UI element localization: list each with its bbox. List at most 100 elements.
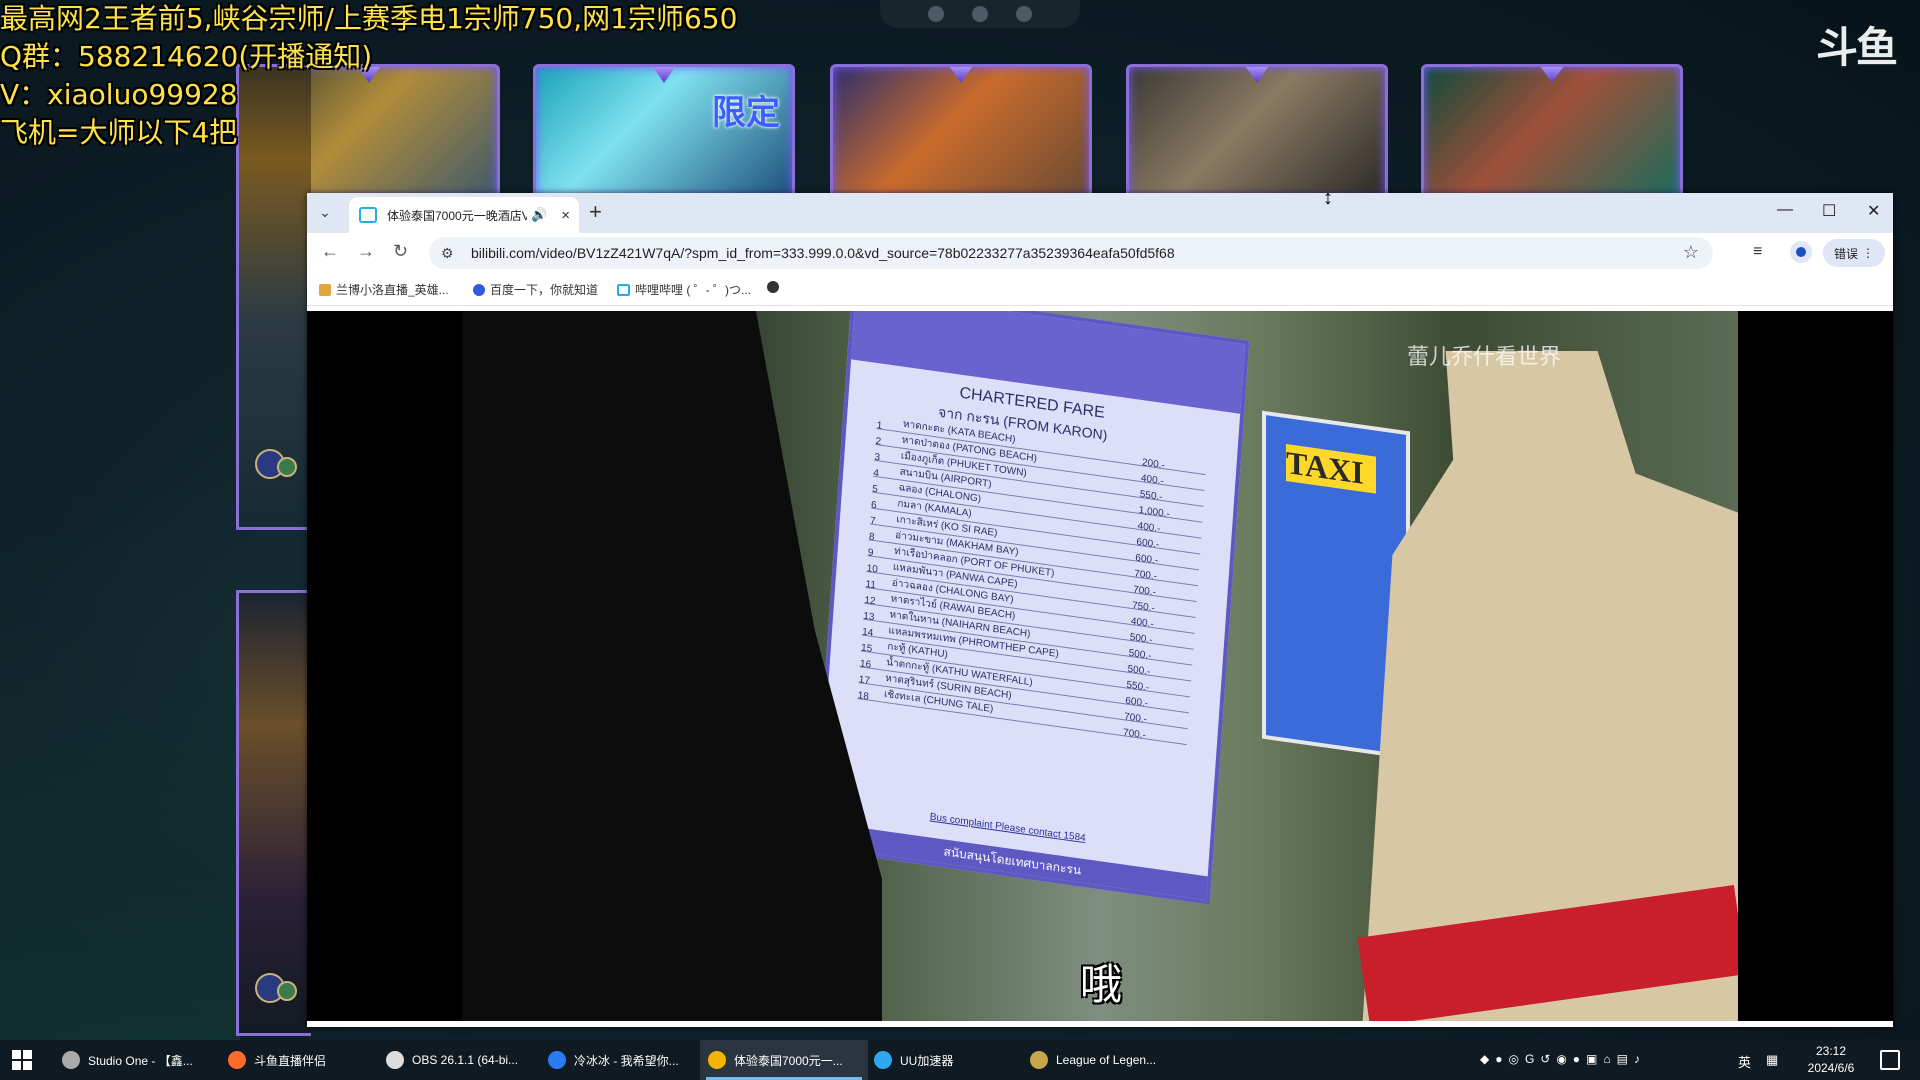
crest-icon [972, 6, 988, 22]
profile-avatar[interactable] [1790, 241, 1812, 263]
taskbar-app-label: Studio One - 【鑫... [88, 1053, 193, 1068]
fare-table: 1 หาดกะตะ (KATA BEACH)200.- 2 หาดป่าตอง (PA… [857, 413, 1207, 746]
douyu-logo: 斗鱼 [1815, 23, 1898, 72]
taskbar-app-label: 冷冰冰 - 我希望你... [574, 1053, 679, 1068]
sign-complaint: Bus complaint Please contact 1584 [929, 811, 1087, 845]
taskbar-app-label: 斗鱼直播伴侣 [254, 1053, 327, 1068]
new-tab-button[interactable]: + [589, 201, 602, 223]
person-foreground-left [462, 311, 882, 1021]
bookmark-icon [319, 283, 331, 296]
video-subtitle: 哦 [1080, 960, 1123, 1009]
maximize-button[interactable]: ☐ [1822, 201, 1836, 221]
input-mode-icon[interactable]: ▦ [1766, 1052, 1778, 1068]
forward-button[interactable]: → [357, 241, 375, 262]
app-icon [548, 1051, 566, 1069]
taskbar-app-label: 体验泰国7000元一... [734, 1053, 843, 1068]
taskbar-app-label: League of Legen... [1056, 1053, 1157, 1067]
taskbar: Studio One - 【鑫... 斗鱼直播伴侣 OBS 26.1.1 (64-b… [0, 1040, 1920, 1080]
browser-toolbar: ← → ↻ ⚙ bilibili.com/video/BV1zZ421W7qA/… [307, 233, 1893, 273]
taskbar-app[interactable]: 冷冰冰 - 我希望你... [540, 1040, 702, 1080]
more-menu-icon[interactable]: ⋮ [1862, 246, 1874, 260]
crest-icon [1243, 67, 1271, 83]
overlay-line-boost-rule: 飞机=大师以下4把 [0, 116, 238, 149]
app-icon [1030, 1051, 1048, 1069]
app-icon [708, 1051, 726, 1069]
helmet-icon [928, 6, 944, 22]
clock-date: 2024/6/6 [1807, 1061, 1855, 1075]
tab-strip: ⌄ 体验泰国7000元一晚酒店V 🔊 × + ↕ — ☐ ✕ [307, 187, 1893, 233]
overlay-line-qq-group: Q群：588214620(开播通知) [0, 40, 373, 73]
bilibili-tv-icon [617, 283, 630, 296]
app-icon [62, 1051, 80, 1069]
taskbar-app[interactable]: OBS 26.1.1 (64-bi... [378, 1040, 542, 1080]
hero-card-5 [1421, 64, 1683, 200]
app-icon [228, 1051, 246, 1069]
taskbar-app-label: OBS 26.1.1 (64-bi... [412, 1053, 519, 1067]
fare-row-number: 18 [857, 690, 870, 703]
crest-icon [947, 67, 975, 83]
taskbar-app[interactable]: League of Legen... [1022, 1040, 1180, 1080]
minimize-button[interactable]: — [1777, 201, 1793, 219]
taskbar-app[interactable]: UU加速器 [866, 1040, 1024, 1080]
bookmark-item[interactable]: 百度一下，你就知道 [473, 281, 598, 298]
bookmark-star-icon[interactable]: ☆ [1683, 242, 1699, 263]
bilibili-tv-icon [359, 207, 377, 223]
fare-sign: CHARTERED FARE จาก กะรน (FROM KARON) 1 หา… [812, 311, 1250, 905]
stream-info-overlay: 最高网2王者前5,峡谷宗师/上赛季电1宗师750,网1宗师650 Q群：5882… [0, 0, 737, 152]
browser-window: ⌄ 体验泰国7000元一晚酒店V 🔊 × + ↕ — ☐ ✕ ← → ↻ ⚙ b… [307, 187, 1893, 1027]
hero-card-4 [1126, 64, 1388, 200]
side-hero-card-bottom [236, 590, 311, 1036]
back-button[interactable]: ← [321, 241, 339, 262]
bookmark-label: 兰博小洛直播_英雄... [336, 283, 449, 297]
bookmark-item[interactable]: 哔哩哔哩 ( ゜- ゜)つ... [617, 281, 751, 298]
tab-active[interactable]: 体验泰国7000元一晚酒店V 🔊 × [349, 197, 579, 233]
tab-search-button[interactable]: ⌄ [313, 200, 337, 224]
speaker-icon[interactable]: 🔊 [531, 207, 547, 223]
tab-close-button[interactable]: × [561, 207, 570, 224]
error-label: 错误 [1833, 246, 1858, 261]
bookmarks-bar: 兰博小洛直播_英雄... 百度一下，你就知道 哔哩哔哩 ( ゜- ゜)つ... [307, 273, 1893, 306]
mask-icon [1016, 6, 1032, 22]
rune-icon [277, 457, 297, 477]
grass-area [0, 480, 240, 1040]
reload-button[interactable]: ↻ [393, 241, 408, 262]
crest-icon [1538, 67, 1566, 83]
top-icon-bar [880, 0, 1080, 28]
notification-icon[interactable] [1880, 1050, 1900, 1070]
fare-row-price: 700.- [1122, 727, 1147, 742]
taxi-text: TAXI [1286, 443, 1376, 494]
close-window-button[interactable]: ✕ [1867, 201, 1880, 221]
bookmark-label: 哔哩哔哩 ( ゜- ゜)つ... [635, 283, 751, 297]
error-button[interactable]: 错误 ⋮ [1823, 239, 1885, 267]
taskbar-app[interactable]: Studio One - 【鑫... [54, 1040, 222, 1080]
bookmark-item[interactable]: 兰博小洛直播_英雄... [319, 281, 449, 298]
taskbar-app[interactable]: 斗鱼直播伴侣 [220, 1040, 378, 1080]
address-bar[interactable]: ⚙ bilibili.com/video/BV1zZ421W7qA/?spm_i… [429, 237, 1713, 269]
globe-icon [767, 281, 779, 293]
person-icon [1796, 247, 1806, 257]
media-control-icon[interactable]: ≡ [1753, 243, 1762, 261]
rune-icon [277, 981, 297, 1001]
site-info-icon[interactable]: ⚙ [441, 245, 454, 262]
app-icon [874, 1051, 892, 1069]
overlay-line-wechat: V：xiaoluo99928 [0, 78, 238, 111]
taskbar-app-label: UU加速器 [900, 1053, 954, 1068]
app-icon [386, 1051, 404, 1069]
taskbar-app[interactable]: 体验泰国7000元一... [700, 1040, 868, 1080]
input-language[interactable]: 英 [1738, 1052, 1751, 1071]
bookmark-label: 百度一下，你就知道 [490, 283, 599, 297]
baidu-paw-icon [473, 283, 485, 296]
tab-title: 体验泰国7000元一晚酒店V [387, 208, 527, 223]
video-player[interactable]: CHARTERED FARE จาก กะรน (FROM KARON) 1 หา… [307, 311, 1893, 1021]
bookmark-item[interactable] [767, 281, 779, 293]
overlay-line-rank: 最高网2王者前5,峡谷宗师/上赛季电1宗师750,网1宗师650 [0, 2, 738, 35]
resize-cursor-icon: ↕ [1323, 187, 1333, 209]
url-text[interactable]: bilibili.com/video/BV1zZ421W7qA/?spm_id_… [471, 245, 1175, 261]
video-frame[interactable]: CHARTERED FARE จาก กะรน (FROM KARON) 1 หา… [462, 311, 1738, 1021]
video-watermark: 蕾儿乔什看世界 [1407, 345, 1562, 370]
clock-time: 23:12 [1815, 1044, 1847, 1058]
system-clock[interactable]: 23:12 2024/6/6 [1796, 1043, 1866, 1077]
hero-card-3 [830, 64, 1092, 200]
system-tray-icons[interactable]: ◆●◎G↺◉●▣⌂▤♪ [1480, 1052, 1740, 1066]
windows-start-button[interactable] [12, 1050, 32, 1070]
